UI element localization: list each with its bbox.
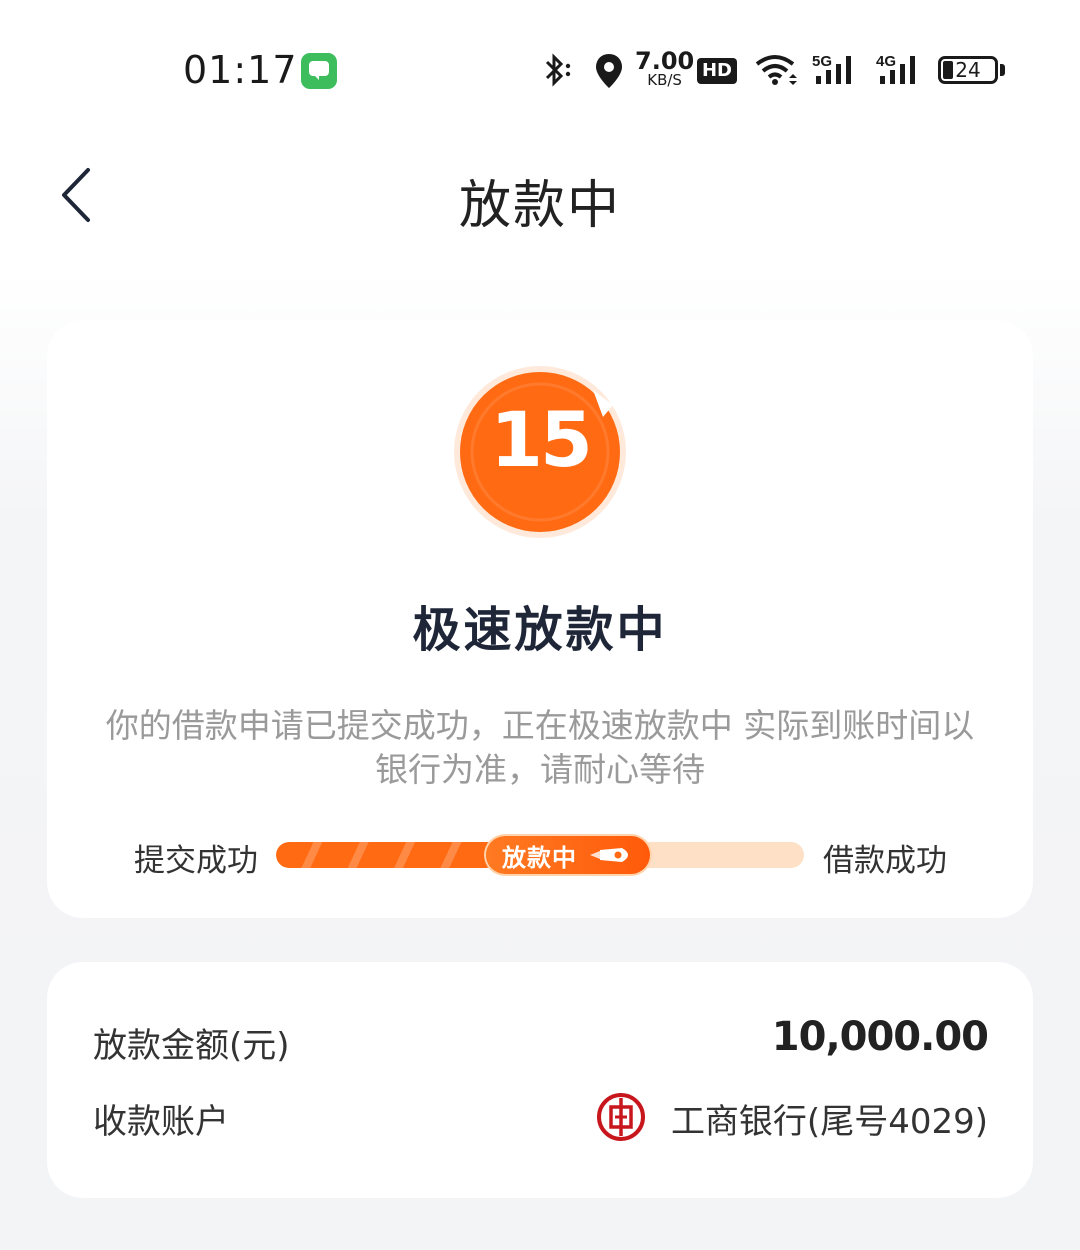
wifi-icon [755,55,797,85]
battery-icon: 24 [938,56,998,84]
signal-5g-icon: 5G [812,53,851,84]
message-icon [301,53,337,89]
icbc-logo-icon [597,1093,645,1141]
amount-label: 放款金额(元) [93,1026,290,1066]
account-value: 工商银行(尾号4029) [670,1102,988,1142]
signal-4g-icon: 4G [876,53,915,84]
hd-icon: HD [697,58,737,84]
location-icon [596,54,622,88]
step-complete-label: 借款成功 [823,843,947,879]
signal-5g-label: 5G [812,53,832,70]
status-time: 01:17 [183,48,298,92]
status-title: 极速放款中 [412,602,668,658]
amount-value: 10,000.00 [771,1014,989,1060]
status-bar: 01:17 7.00 KB/S HD 5G 4G 24 [0,0,1080,140]
rocket-icon [590,848,628,862]
page-title: 放款中 [458,176,621,236]
status-description: 你的借款申请已提交成功，正在极速放款中 实际到账时间以银行为准，请耐心等待 [105,706,975,789]
battery-level: 24 [955,58,981,82]
loan-details-card [47,962,1033,1198]
progress-current-label: 放款中 [502,844,577,872]
signal-4g-label: 4G [876,53,896,70]
countdown-number: 15 [490,395,593,484]
account-label: 收款账户 [93,1102,229,1142]
network-speed-value: 7.00 [635,47,695,75]
network-speed: 7.00 KB/S [635,47,695,88]
bluetooth-icon [545,53,571,87]
battery-tip [1000,64,1005,76]
step-submitted-label: 提交成功 [134,843,258,879]
